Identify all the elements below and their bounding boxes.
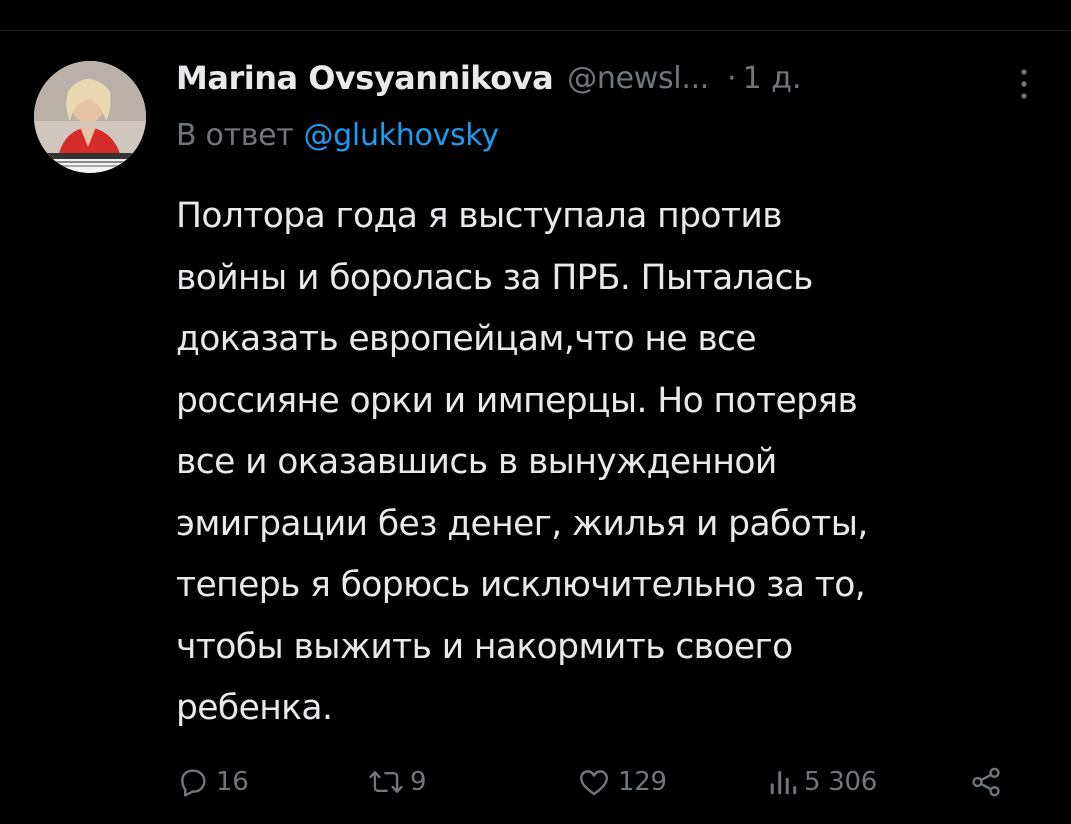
repost-count: 9: [410, 767, 427, 797]
tweet-text-line: доказать европейцам,что не все: [176, 319, 757, 359]
tweet-text: Полтора года я выступала против войны и …: [176, 186, 1046, 740]
share-button[interactable]: [968, 752, 1004, 812]
tweet-time[interactable]: 1 д.: [743, 61, 802, 96]
repost-icon: [368, 765, 404, 799]
tweet-text-line: войны и боролась за ПРБ. Пыталась: [176, 257, 813, 298]
author-name[interactable]: Marina Ovsyannikova: [176, 59, 554, 97]
top-divider: [0, 30, 1071, 31]
tweet-text-line: эмиграции без денег, жилья и работы,: [176, 503, 868, 544]
views-button[interactable]: 5 306: [768, 752, 877, 812]
author-handle[interactable]: @newsl...: [567, 61, 709, 96]
action-bar: 16 9 129 5 306: [176, 752, 1046, 812]
repost-button[interactable]: 9: [368, 752, 427, 812]
tweet-text-line: все и оказавшись в вынужденной: [176, 442, 777, 482]
more-icon[interactable]: [1014, 64, 1034, 104]
reply-mention-link[interactable]: @glukhovsky: [303, 118, 499, 153]
tweet-text-line: россияне орки и имперцы. Но потеряв: [176, 380, 858, 421]
reply-icon: [176, 765, 210, 799]
tweet-text-line: Полтора года я выступала против: [176, 196, 783, 236]
like-icon: [576, 765, 612, 799]
tweet-text-line: ребенка.: [176, 688, 333, 728]
share-icon: [968, 765, 1004, 799]
reply-button[interactable]: 16: [176, 752, 249, 812]
like-button[interactable]: 129: [576, 752, 667, 812]
like-count: 129: [618, 767, 667, 797]
views-icon: [768, 765, 798, 799]
tweet-text-line: теперь я борюсь исключительно за то,: [176, 565, 866, 605]
avatar[interactable]: [34, 61, 146, 173]
header-separator: ·: [727, 60, 737, 96]
reply-count: 16: [216, 767, 249, 797]
views-count: 5 306: [804, 767, 877, 797]
tweet-text-line: чтобы выжить и накормить своего: [176, 626, 793, 667]
reply-context: В ответ @glukhovsky: [176, 118, 499, 153]
tweet-header: Marina Ovsyannikova @newsl... · 1 д.: [176, 56, 1036, 100]
reply-prefix: В ответ: [176, 118, 294, 153]
